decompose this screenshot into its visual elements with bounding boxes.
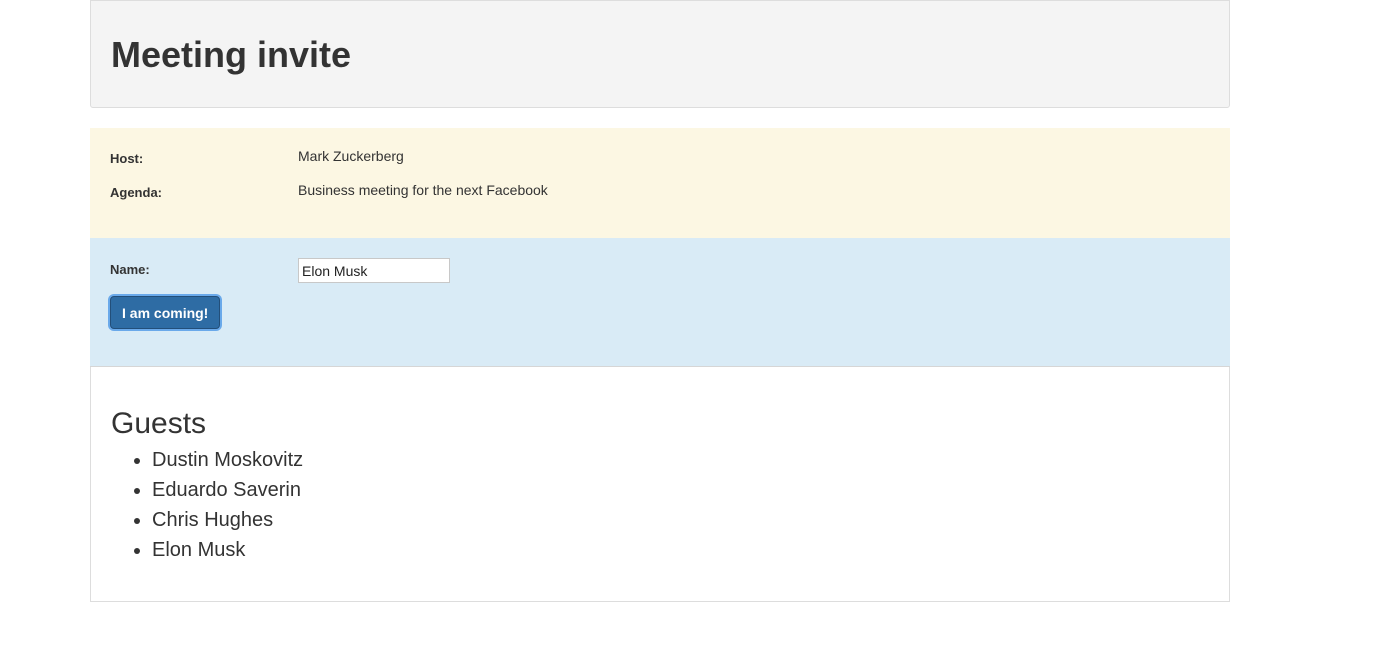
guest-list-item: Elon Musk xyxy=(152,535,1209,565)
header-panel: Meeting invite xyxy=(90,0,1230,108)
i-am-coming-button[interactable]: I am coming! xyxy=(110,296,221,329)
name-label: Name: xyxy=(110,262,150,277)
guests-panel: Guests Dustin Moskovitz Eduardo Saverin … xyxy=(90,367,1230,602)
page-container: Meeting invite Host: Mark Zuckerberg Age… xyxy=(90,0,1230,602)
guest-list-item: Eduardo Saverin xyxy=(152,475,1209,505)
meeting-details-panel: Host: Mark Zuckerberg Agenda: Business m… xyxy=(90,128,1230,238)
host-value: Mark Zuckerberg xyxy=(298,148,404,164)
name-input[interactable] xyxy=(298,258,450,283)
agenda-row: Agenda: Business meeting for the next Fa… xyxy=(110,182,1210,200)
guest-list: Dustin Moskovitz Eduardo Saverin Chris H… xyxy=(111,445,1209,565)
host-label: Host: xyxy=(110,151,144,166)
guests-title: Guests xyxy=(111,407,207,440)
agenda-label: Agenda: xyxy=(110,185,162,200)
guest-list-item: Chris Hughes xyxy=(152,505,1209,535)
guest-list-item: Dustin Moskovitz xyxy=(152,445,1209,475)
agenda-value: Business meeting for the next Facebook xyxy=(298,182,548,198)
host-row: Host: Mark Zuckerberg xyxy=(110,148,1210,166)
name-row: Name: xyxy=(110,258,1210,283)
rsvp-panel: Name: I am coming! xyxy=(90,238,1230,367)
page-title: Meeting invite xyxy=(111,34,352,75)
